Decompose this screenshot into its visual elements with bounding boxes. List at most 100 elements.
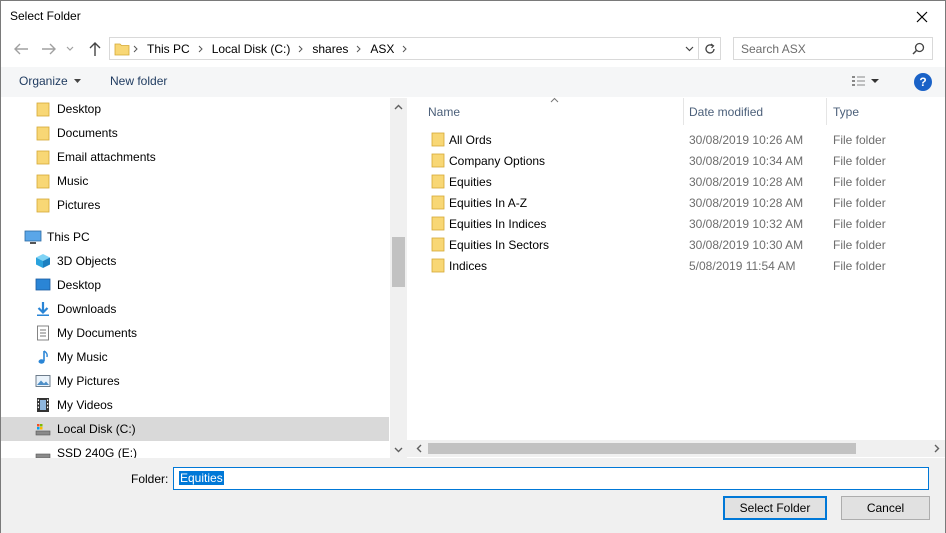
file-row[interactable]: Equities In Sectors 30/08/2019 10:30 AM … xyxy=(407,234,927,255)
column-header-name[interactable]: Name xyxy=(428,98,460,125)
cancel-button[interactable]: Cancel xyxy=(841,496,930,520)
scrollbar-thumb[interactable] xyxy=(392,237,405,287)
file-name: Company Options xyxy=(449,154,546,168)
address-history-dropdown[interactable] xyxy=(682,38,696,59)
breadcrumb: This PC Local Disk (C:) shares ASX xyxy=(114,38,411,59)
folder-icon xyxy=(33,148,53,166)
chevron-right-icon[interactable] xyxy=(195,45,207,53)
file-row[interactable]: Equities 30/08/2019 10:28 AM File folder xyxy=(407,171,927,192)
nav-item-my-pictures[interactable]: My Pictures xyxy=(1,369,389,393)
nav-item-desktop-quick[interactable]: Desktop xyxy=(1,98,389,121)
select-folder-button[interactable]: Select Folder xyxy=(723,496,827,520)
breadcrumb-shares[interactable]: shares xyxy=(312,42,348,56)
recent-locations-button[interactable] xyxy=(63,39,77,59)
nav-item-label: Local Disk (C:) xyxy=(57,422,136,436)
scroll-right-button[interactable] xyxy=(928,440,945,457)
close-button[interactable] xyxy=(899,1,945,32)
computer-icon xyxy=(23,228,43,246)
chevron-down-icon xyxy=(66,46,74,51)
new-folder-label: New folder xyxy=(110,74,168,88)
nav-item-label: This PC xyxy=(47,230,90,244)
nav-item-email-attachments[interactable]: Email attachments xyxy=(1,145,389,169)
file-row[interactable]: Equities In A-Z 30/08/2019 10:28 AM File… xyxy=(407,192,927,213)
chevron-down-icon xyxy=(685,46,693,51)
file-date: 30/08/2019 10:30 AM xyxy=(689,238,804,252)
folder-icon xyxy=(431,237,445,252)
navigation-scrollbar[interactable] xyxy=(390,98,407,458)
folder-icon xyxy=(33,196,53,214)
desktop-icon xyxy=(33,276,53,294)
file-name: Equities xyxy=(449,175,492,189)
file-name: All Ords xyxy=(449,133,492,147)
nav-item-this-pc[interactable]: This PC xyxy=(1,225,389,249)
file-row[interactable]: Equities In Indices 30/08/2019 10:32 AM … xyxy=(407,213,927,234)
3d-objects-icon xyxy=(33,252,53,270)
nav-item-my-videos[interactable]: My Videos xyxy=(1,393,389,417)
folder-icon xyxy=(431,174,445,189)
search-box[interactable]: Search ASX xyxy=(733,37,933,60)
column-divider[interactable] xyxy=(683,98,684,125)
nav-item-ssd[interactable]: SSD 240G (E:) xyxy=(1,441,389,458)
nav-item-my-documents[interactable]: My Documents xyxy=(1,321,389,345)
close-icon xyxy=(916,11,928,22)
organize-button[interactable]: Organize xyxy=(19,74,81,88)
help-button[interactable]: ? xyxy=(914,73,932,91)
nav-item-label: Desktop xyxy=(57,102,102,116)
chevron-right-icon[interactable] xyxy=(295,45,307,53)
arrow-up-icon xyxy=(89,42,101,56)
music-icon xyxy=(33,348,53,366)
scrollbar-thumb[interactable] xyxy=(428,443,856,454)
help-icon: ? xyxy=(919,75,927,89)
file-list-scrollbar[interactable] xyxy=(407,440,945,457)
refresh-icon xyxy=(704,43,715,54)
folder-input[interactable]: Equities xyxy=(173,467,929,490)
refresh-button[interactable] xyxy=(698,38,720,59)
back-button[interactable] xyxy=(11,39,31,59)
file-row[interactable]: All Ords 30/08/2019 10:26 AM File folder xyxy=(407,129,927,150)
breadcrumb-this-pc[interactable]: This PC xyxy=(147,42,190,56)
forward-button[interactable] xyxy=(39,39,59,59)
new-folder-button[interactable]: New folder xyxy=(110,74,167,88)
search-input[interactable]: Search ASX xyxy=(741,42,806,56)
breadcrumb-local-disk[interactable]: Local Disk (C:) xyxy=(212,42,291,56)
nav-item-label: Documents xyxy=(57,126,118,140)
nav-item-pictures-quick[interactable]: Pictures xyxy=(1,193,389,217)
file-date: 30/08/2019 10:32 AM xyxy=(689,217,804,231)
search-icon xyxy=(912,42,925,58)
nav-item-documents[interactable]: Documents xyxy=(1,121,389,145)
window-title: Select Folder xyxy=(10,9,81,23)
file-list-pane: Name Date modified Type All Ords 30/08/2… xyxy=(407,97,945,458)
file-name: Indices xyxy=(449,259,488,273)
videos-icon xyxy=(33,396,53,414)
address-bar[interactable]: This PC Local Disk (C:) shares ASX xyxy=(109,37,721,60)
downloads-icon xyxy=(33,300,53,318)
nav-item-music-quick[interactable]: Music xyxy=(1,169,389,193)
up-button[interactable] xyxy=(85,39,105,59)
chevron-right-icon xyxy=(934,444,939,453)
column-header-type[interactable]: Type xyxy=(833,98,859,125)
scroll-left-button[interactable] xyxy=(410,440,427,457)
chevron-right-icon[interactable] xyxy=(399,45,411,53)
nav-item-my-music[interactable]: My Music xyxy=(1,345,389,369)
file-row[interactable]: Indices 5/08/2019 11:54 AM File folder xyxy=(407,255,927,276)
breadcrumb-asx[interactable]: ASX xyxy=(370,42,394,56)
column-header-date-label: Date modified xyxy=(689,104,764,119)
column-header-date[interactable]: Date modified xyxy=(689,98,763,125)
scroll-down-button[interactable] xyxy=(390,441,407,458)
chevron-right-icon[interactable] xyxy=(353,45,365,53)
file-name: Equities In A-Z xyxy=(449,196,528,210)
nav-item-label: Desktop xyxy=(57,278,102,292)
column-divider[interactable] xyxy=(826,98,827,125)
chevron-down-icon xyxy=(394,447,403,452)
file-date: 5/08/2019 11:54 AM xyxy=(689,259,796,273)
view-options-button[interactable] xyxy=(851,74,883,88)
scroll-up-button[interactable] xyxy=(390,98,407,115)
file-row[interactable]: Company Options 30/08/2019 10:34 AM File… xyxy=(407,150,927,171)
nav-item-3d-objects[interactable]: 3D Objects xyxy=(1,249,389,273)
nav-item-local-disk[interactable]: Local Disk (C:) xyxy=(1,417,389,441)
nav-item-desktop[interactable]: Desktop xyxy=(1,273,389,297)
file-type: File folder xyxy=(833,175,886,189)
nav-item-downloads[interactable]: Downloads xyxy=(1,297,389,321)
sort-ascending-icon xyxy=(550,97,559,103)
file-type: File folder xyxy=(833,196,886,210)
